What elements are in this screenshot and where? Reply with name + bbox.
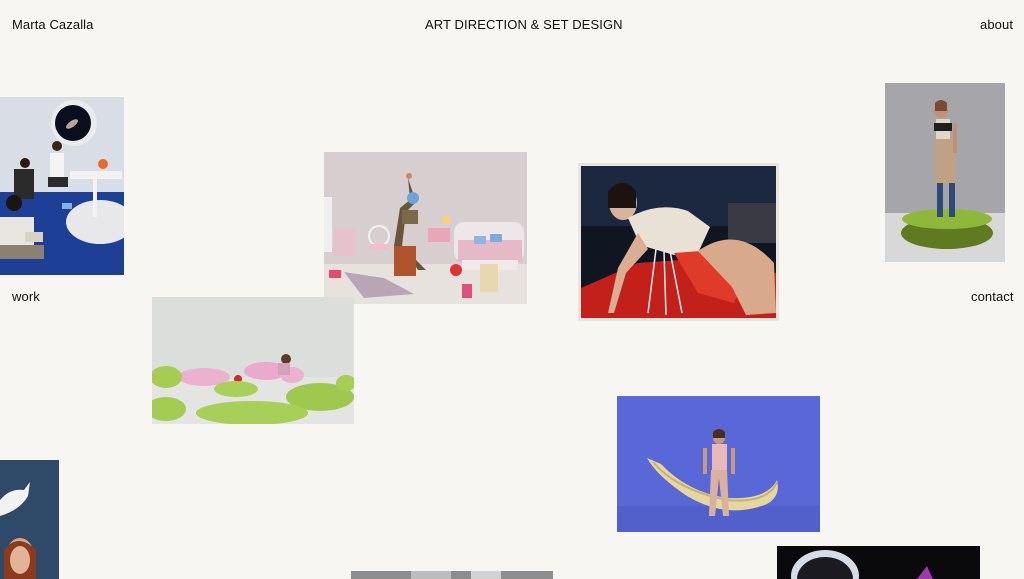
project-thumbnail-pink-bedroom[interactable] xyxy=(324,152,527,304)
project-thumbnail-space-room[interactable] xyxy=(0,97,124,275)
project-thumbnail-red-dusk[interactable] xyxy=(578,163,779,321)
site-name-link[interactable]: Marta Cazalla xyxy=(12,17,94,32)
project-thumbnail-grey-drapes[interactable] xyxy=(351,571,553,579)
project-thumbnail-dark-helmet[interactable] xyxy=(777,546,980,579)
contact-link[interactable]: contact xyxy=(971,289,1014,304)
project-thumbnail-plush-set[interactable] xyxy=(152,297,354,424)
project-thumbnail-golden-banana[interactable] xyxy=(617,396,820,532)
work-link[interactable]: work xyxy=(12,289,40,304)
project-thumbnail-green-platform[interactable] xyxy=(885,83,1005,262)
page: Marta Cazalla ART DIRECTION & SET DESIGN… xyxy=(0,0,1024,579)
site-tagline: ART DIRECTION & SET DESIGN xyxy=(425,17,623,32)
about-link[interactable]: about xyxy=(980,17,1013,32)
project-thumbnail-dove-portrait[interactable] xyxy=(0,460,59,579)
